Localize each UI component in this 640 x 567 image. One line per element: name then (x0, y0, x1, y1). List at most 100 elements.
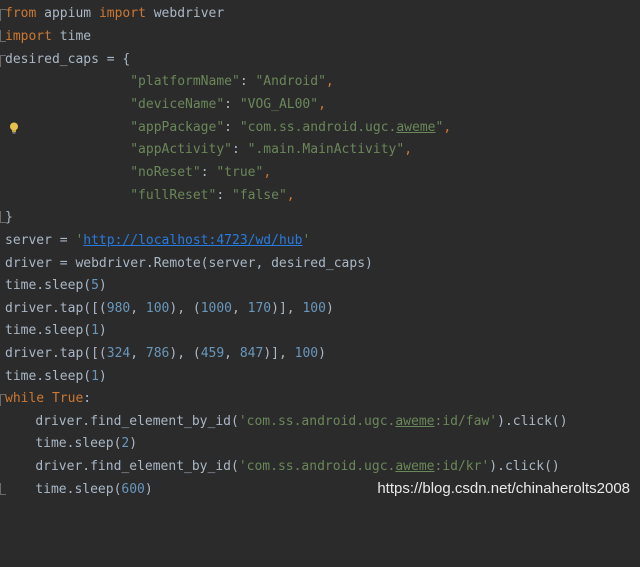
code-text: ) (144, 482, 153, 497)
number: 1 (91, 323, 99, 338)
comma: , (286, 188, 295, 203)
keyword: True (51, 391, 84, 406)
code-line[interactable]: import time (0, 26, 91, 48)
code-text: ) (98, 278, 107, 293)
code-text: server = (5, 233, 76, 248)
string-value: "Android" (255, 74, 326, 89)
number: 100 (294, 346, 319, 361)
code-line[interactable]: time.sleep(600) (0, 479, 153, 501)
string-value: "false" (231, 188, 287, 203)
code-text: appium (36, 6, 99, 21)
code-line[interactable]: time.sleep(2) (0, 433, 137, 455)
keyword: import (5, 29, 52, 44)
code-text: time.sleep( (5, 278, 92, 293)
code-line[interactable]: "fullReset": "false", (0, 185, 294, 207)
code-text: ).click() (497, 414, 568, 429)
code-text: driver.tap([( (5, 301, 107, 316)
keyword: from (5, 6, 37, 21)
number: 100 (145, 301, 170, 316)
number: 1 (91, 369, 99, 384)
string-value-typo: aweme (395, 459, 435, 474)
code-text: ) (325, 301, 334, 316)
code-line[interactable]: driver.tap([(980, 100), (1000, 170)], 10… (0, 298, 334, 320)
code-text: : (231, 142, 248, 157)
code-text: )], (271, 301, 303, 316)
code-line[interactable]: time.sleep(1) (0, 320, 107, 342)
code-text: driver.tap([( (5, 346, 107, 361)
code-line[interactable]: driver.find_element_by_id('com.ss.androi… (0, 411, 567, 433)
comma: , (318, 97, 326, 112)
code-line[interactable]: "platformName": "Android", (0, 71, 334, 93)
code-line[interactable]: driver.tap([(324, 786), (459, 847)], 100… (0, 343, 326, 365)
code-text: time.sleep( (5, 323, 92, 338)
dict-key: "deviceName" (130, 97, 225, 112)
watermark-text: https://blog.csdn.net/chinaherolts2008 (377, 480, 630, 497)
code-text: ) (98, 323, 107, 338)
code-text: : (224, 120, 240, 135)
string-value: ".main.MainActivity" (247, 142, 405, 157)
code-line[interactable]: desired_caps = { (0, 49, 130, 71)
server-url-link[interactable]: http://localhost:4723/wd/hub (83, 233, 302, 248)
code-line[interactable]: "deviceName": "VOG_AL00", (0, 94, 326, 116)
code-line[interactable]: time.sleep(5) (0, 275, 107, 297)
code-line[interactable]: "appPackage": "com.ss.android.ugc.aweme"… (0, 117, 451, 139)
comma: , (404, 142, 413, 157)
code-text: desired_caps = { (5, 52, 131, 67)
code-line[interactable]: "noReset": "true", (0, 162, 271, 184)
string-value: :id/kr' (434, 459, 490, 474)
code-line[interactable]: while True: (0, 388, 91, 410)
code-text: , (232, 301, 248, 316)
code-text: } (5, 210, 13, 225)
code-text: ) (98, 369, 107, 384)
code-text: ) (318, 346, 326, 361)
code-text: )], (263, 346, 295, 361)
code-text: : (216, 188, 232, 203)
number: 5 (91, 278, 99, 293)
code-line[interactable]: } (0, 207, 31, 229)
string-value: :id/faw' (434, 414, 498, 429)
string-value: 'com.ss.android.ugc. (238, 414, 396, 429)
dict-key: "noReset" (130, 165, 201, 180)
code-line[interactable]: driver = webdriver.Remote(server, desire… (0, 253, 373, 275)
dict-key: "appPackage" (130, 120, 225, 135)
code-text: driver = webdriver.Remote(server, desire… (5, 256, 373, 271)
code-text: ), ( (169, 301, 201, 316)
comma: , (325, 74, 334, 89)
number: 1000 (200, 301, 232, 316)
keyword: import (98, 6, 146, 21)
string-value-typo: aweme (395, 414, 435, 429)
code-text: webdriver (145, 6, 225, 21)
keyword: while (5, 391, 45, 406)
code-line[interactable]: driver.find_element_by_id('com.ss.androi… (0, 456, 559, 478)
dict-key: "appActivity" (130, 142, 232, 157)
code-line[interactable]: time.sleep(1) (0, 366, 107, 388)
dict-key: "platformName" (130, 74, 240, 89)
code-text: ) (129, 436, 138, 451)
code-text: ), ( (169, 346, 201, 361)
number: 980 (106, 301, 131, 316)
code-line[interactable]: server = 'http://localhost:4723/wd/hub' (0, 230, 310, 252)
code-text: , (130, 346, 146, 361)
string-value: "true" (216, 165, 264, 180)
code-line[interactable]: "appActivity": ".main.MainActivity", (0, 139, 412, 161)
dict-key: "fullReset" (130, 188, 217, 203)
code-line[interactable]: from appium import webdriver (0, 3, 224, 25)
code-text: time.sleep( (5, 369, 92, 384)
number: 324 (106, 346, 131, 361)
number: 100 (302, 301, 326, 316)
string-value-typo: aweme (396, 120, 436, 135)
code-editor[interactable]: from appium import webdriver import time… (0, 0, 640, 510)
code-text: time.sleep( (35, 482, 122, 497)
number: 847 (239, 346, 264, 361)
code-text: , (224, 346, 240, 361)
